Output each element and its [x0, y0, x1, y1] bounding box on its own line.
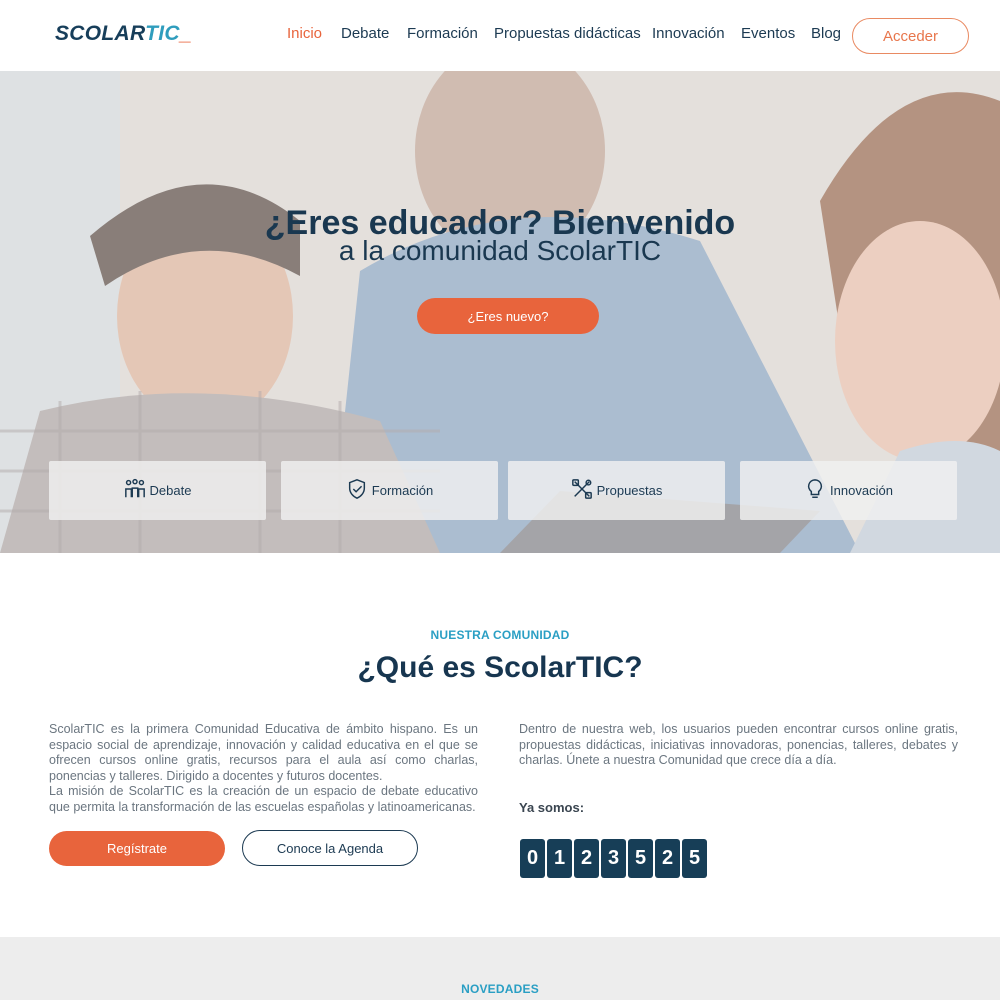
logo[interactable]: SCOLARTIC_ [55, 22, 192, 46]
counter-digit: 5 [682, 839, 707, 878]
section-title: ¿Qué es ScolarTIC? [357, 651, 643, 684]
category-card-propuestas[interactable]: Propuestas [508, 461, 725, 520]
nav-item-formacion[interactable]: Formación [407, 25, 478, 42]
section-eyebrow-community: NUESTRA COMUNIDAD [430, 628, 570, 642]
counter-digit: 2 [574, 839, 599, 878]
category-card-formacion[interactable]: Formación [281, 461, 498, 520]
category-label: Debate [149, 483, 192, 498]
nav-item-blog[interactable]: Blog [811, 25, 841, 42]
category-card-innovacion[interactable]: Innovación [740, 461, 957, 520]
register-button[interactable]: Regístrate [49, 831, 225, 866]
logo-text-tic: TIC [145, 22, 180, 45]
category-card-debate[interactable]: Debate [49, 461, 266, 520]
counter-digit: 1 [547, 839, 572, 878]
category-label: Innovación [830, 483, 893, 498]
nav-item-innovacion[interactable]: Innovación [652, 25, 725, 42]
login-button[interactable]: Acceder [852, 18, 969, 54]
section-eyebrow-news: NOVEDADES [461, 982, 539, 996]
community-text-1: ScolarTIC es la primera Comunidad Educat… [49, 722, 478, 783]
nav-item-debate[interactable]: Debate [341, 25, 389, 42]
nav-item-propuestas[interactable]: Propuestas didácticas [494, 25, 641, 42]
lightbulb-icon [804, 478, 826, 503]
logo-text-scolar: SCOLAR [55, 22, 146, 45]
tools-icon [571, 478, 593, 503]
site-header: SCOLARTIC_ Inicio Debate Formación Propu… [0, 0, 1000, 71]
community-text-2: La misión de ScolarTIC es la creación de… [49, 784, 478, 814]
agenda-button[interactable]: Conoce la Agenda [242, 830, 418, 866]
nav-item-inicio[interactable]: Inicio [287, 25, 322, 42]
community-description: ScolarTIC es la primera Comunidad Educat… [49, 722, 478, 815]
people-icon [124, 478, 146, 503]
hero-banner: ¿Eres educador? Bienvenido a la comunida… [0, 71, 1000, 553]
shield-check-icon [346, 478, 368, 503]
hero-subtitle: a la comunidad ScolarTIC [338, 235, 662, 266]
counter-digit: 2 [655, 839, 680, 878]
logo-underscore: _ [179, 22, 192, 45]
member-counter-label: Ya somos: [519, 800, 585, 815]
community-web-description: Dentro de nuestra web, los usuarios pued… [519, 722, 958, 767]
category-label: Propuestas [596, 483, 663, 498]
category-label: Formación [371, 483, 434, 498]
are-you-new-button[interactable]: ¿Eres nuevo? [417, 298, 599, 334]
counter-digit: 5 [628, 839, 653, 878]
nav-item-eventos[interactable]: Eventos [741, 25, 795, 42]
counter-digit: 0 [520, 839, 545, 878]
counter-digit: 3 [601, 839, 626, 878]
